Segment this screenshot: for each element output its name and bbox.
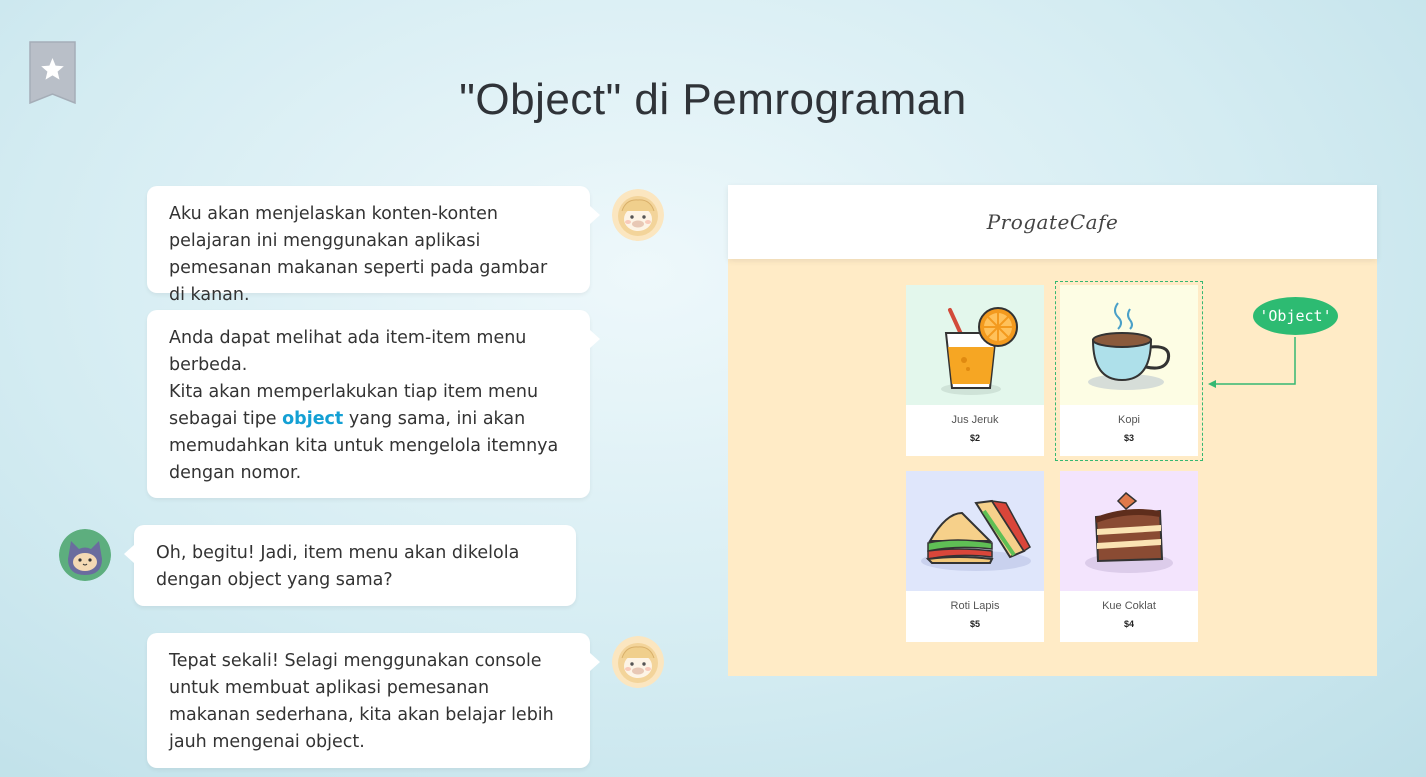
- sheep-avatar: [612, 636, 664, 688]
- chat-message-text: Anda dapat melihat ada item-item menu be…: [169, 328, 527, 375]
- sheep-avatar: [612, 189, 664, 241]
- chat-message-2: Anda dapat melihat ada item-item menu be…: [147, 310, 600, 498]
- object-label-badge: 'Object': [1253, 297, 1338, 335]
- keyword-object: object: [282, 409, 344, 429]
- page-title: "Object" di Pemrograman: [459, 75, 967, 125]
- callout-arrow-icon: [1208, 337, 1296, 388]
- chat-message-text: Oh, begitu! Jadi, item menu akan dikelol…: [156, 543, 520, 590]
- cat-avatar: [59, 529, 111, 581]
- chat-message-1: Aku akan menjelaskan konten-konten pelaj…: [147, 186, 600, 305]
- chat-message-4: Tepat sekali! Selagi menggunakan console…: [147, 633, 600, 768]
- chat-message-3: Oh, begitu! Jadi, item menu akan dikelol…: [124, 525, 576, 606]
- cafe-app-illustration: ProgateCafe Jus Jeruk $2 Kopi $3 Roti La…: [728, 185, 1377, 676]
- chat-message-text: Aku akan menjelaskan konten-konten pelaj…: [169, 204, 548, 305]
- chat-message-text: Tepat sekali! Selagi menggunakan console…: [169, 651, 554, 752]
